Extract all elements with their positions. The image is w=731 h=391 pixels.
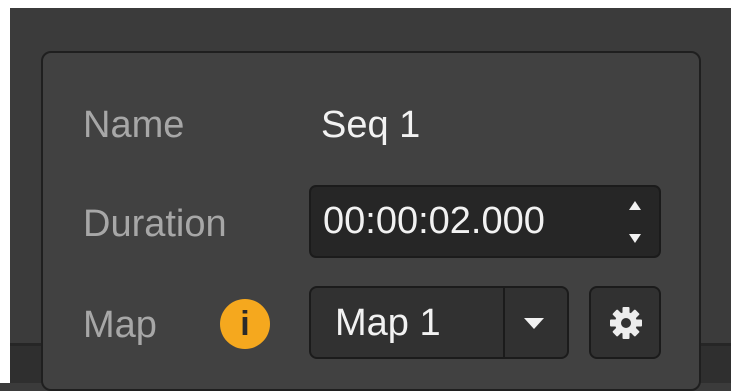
gear-icon — [610, 307, 642, 339]
window-top-edge — [0, 0, 731, 8]
map-select-value[interactable]: Map 1 — [335, 304, 441, 342]
duration-label: Duration — [83, 203, 227, 245]
map-select-divider — [503, 288, 505, 357]
duration-value[interactable]: 00:00:02.000 — [323, 202, 545, 240]
map-settings-button[interactable] — [589, 286, 661, 359]
stepper-arrows-icon[interactable] — [627, 199, 643, 245]
name-value[interactable]: Seq 1 — [321, 106, 420, 144]
duration-stepper[interactable]: 00:00:02.000 — [309, 185, 661, 258]
map-select[interactable]: Map 1 — [309, 286, 569, 359]
name-label: Name — [83, 104, 185, 146]
map-label: Map — [83, 304, 157, 346]
window-left-edge — [0, 0, 10, 383]
info-icon[interactable]: i — [220, 299, 270, 349]
chevron-down-icon[interactable] — [521, 312, 547, 334]
